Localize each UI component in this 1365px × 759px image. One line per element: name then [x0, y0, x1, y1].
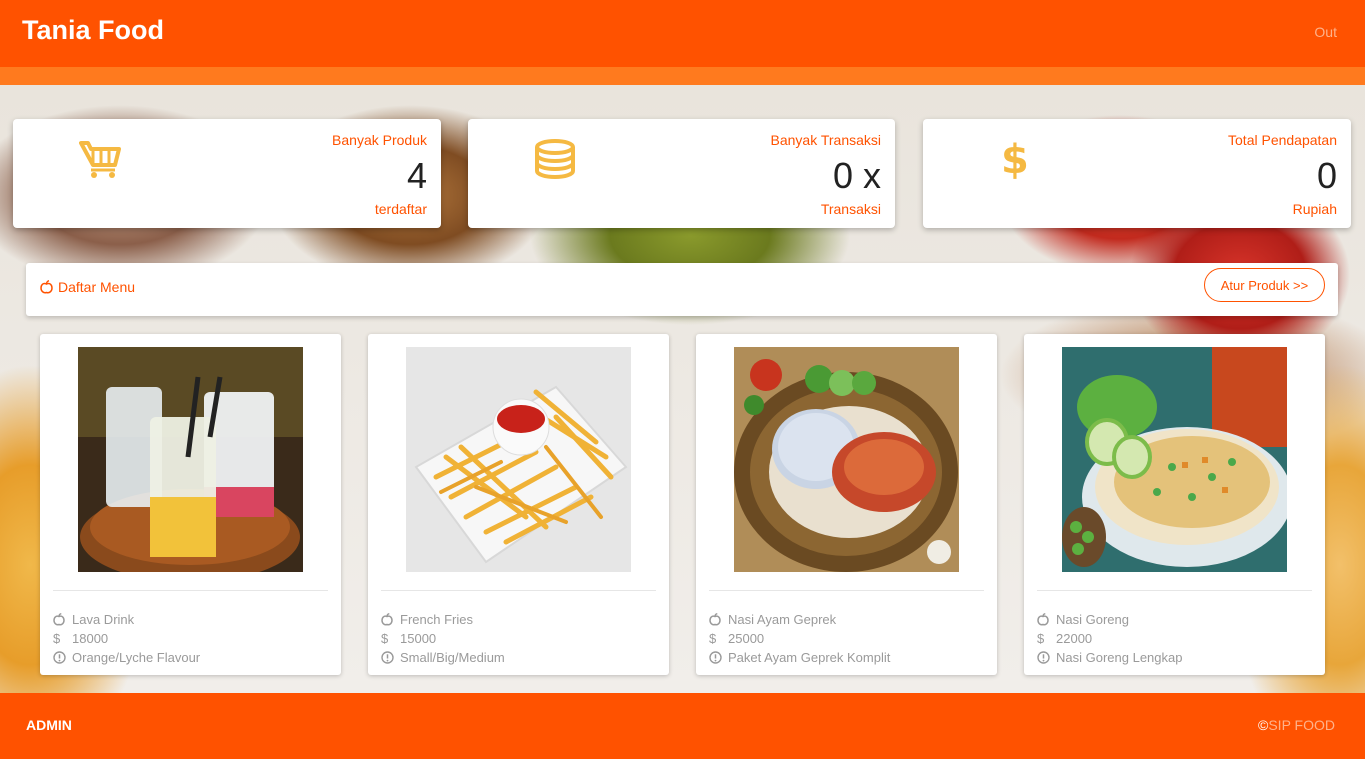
product-price-row: $ 25000	[709, 629, 890, 648]
info-icon	[709, 651, 728, 664]
product-price: 15000	[400, 631, 437, 646]
product-name: Lava Drink	[72, 612, 135, 627]
product-price: 25000	[728, 631, 765, 646]
stat-label: Banyak Transaksi	[770, 132, 882, 148]
product-price-row: $ 15000	[381, 629, 505, 648]
apple-icon	[1037, 613, 1056, 626]
accent-bar	[0, 67, 1365, 85]
dollar-icon: $	[1037, 631, 1045, 646]
product-card[interactable]: French Fries $ 15000 Small/Big/Medium	[368, 334, 669, 675]
stat-label: Total Pendapatan	[1228, 132, 1337, 148]
logout-link[interactable]: Out	[1314, 24, 1337, 40]
stat-card-products: Banyak Produk 4 terdaftar	[13, 119, 441, 228]
dollar-icon: $	[1001, 139, 1029, 179]
product-image-fries	[406, 347, 631, 572]
product-name-row: French Fries	[381, 610, 505, 629]
info-icon	[53, 651, 72, 664]
product-info: French Fries $ 15000 Small/Big/Medium	[381, 610, 505, 667]
product-desc-row: Small/Big/Medium	[381, 648, 505, 667]
stat-value: 0 x	[832, 155, 881, 196]
product-info: Lava Drink $ 18000 Orange/Lyche Flavour	[53, 610, 200, 667]
menu-title: Daftar Menu	[40, 279, 135, 295]
footer-copyright: ©SIP FOOD	[1258, 717, 1335, 733]
manage-products-button[interactable]: Atur Produk >>	[1204, 268, 1325, 302]
product-desc-row: Nasi Goreng Lengkap	[1037, 648, 1182, 667]
product-name: French Fries	[400, 612, 473, 627]
product-name-row: Nasi Ayam Geprek	[709, 610, 890, 629]
product-card[interactable]: Nasi Ayam Geprek $ 25000 Paket Ayam Gepr…	[696, 334, 997, 675]
product-desc: Small/Big/Medium	[400, 650, 505, 665]
dollar-icon: $	[381, 631, 389, 646]
product-price-row: $ 18000	[53, 629, 200, 648]
info-icon	[381, 651, 400, 664]
apple-icon	[709, 613, 728, 626]
dollar-icon: $	[709, 631, 717, 646]
stat-sublabel: terdaftar	[374, 201, 427, 217]
product-image-fried-rice	[1062, 347, 1287, 572]
product-image-drinks	[78, 347, 303, 572]
stat-sublabel: Rupiah	[1292, 201, 1337, 217]
stat-card-revenue: $ Total Pendapatan 0 Rupiah	[923, 119, 1351, 228]
product-name: Nasi Goreng	[1056, 612, 1129, 627]
stat-label: Banyak Produk	[332, 132, 427, 148]
product-name-row: Lava Drink	[53, 610, 200, 629]
product-card[interactable]: Lava Drink $ 18000 Orange/Lyche Flavour	[40, 334, 341, 675]
product-desc: Orange/Lyche Flavour	[72, 650, 201, 665]
product-price-row: $ 22000	[1037, 629, 1182, 648]
card-divider	[709, 590, 984, 591]
footer: ADMIN ©SIP FOOD	[0, 693, 1365, 759]
apple-icon	[40, 280, 53, 294]
menu-title-text: Daftar Menu	[58, 279, 136, 295]
top-navbar: Tania Food Out	[0, 0, 1365, 67]
card-divider	[53, 590, 328, 591]
product-price: 22000	[1056, 631, 1093, 646]
product-name: Nasi Ayam Geprek	[728, 612, 837, 627]
product-info: Nasi Goreng $ 22000 Nasi Goreng Lengkap	[1037, 610, 1182, 667]
product-desc: Nasi Goreng Lengkap	[1056, 650, 1183, 665]
coins-icon	[535, 139, 575, 179]
product-image-chicken-rice	[734, 347, 959, 572]
product-desc-row: Paket Ayam Geprek Komplit	[709, 648, 890, 667]
apple-icon	[53, 613, 72, 626]
menu-header-panel: Daftar Menu Atur Produk >>	[26, 263, 1338, 316]
apple-icon	[381, 613, 400, 626]
info-icon	[1037, 651, 1056, 664]
product-desc-row: Orange/Lyche Flavour	[53, 648, 200, 667]
product-desc: Paket Ayam Geprek Komplit	[728, 650, 891, 665]
card-divider	[381, 590, 656, 591]
product-name-row: Nasi Goreng	[1037, 610, 1182, 629]
footer-brand-link[interactable]: SIP FOOD	[1268, 717, 1335, 733]
card-divider	[1037, 590, 1312, 591]
stat-card-transactions: Banyak Transaksi 0 x Transaksi	[468, 119, 895, 228]
dollar-icon: $	[53, 631, 61, 646]
product-card[interactable]: Nasi Goreng $ 22000 Nasi Goreng Lengkap	[1024, 334, 1325, 675]
stat-value: 0	[1316, 155, 1337, 196]
copyright-symbol: ©	[1258, 717, 1269, 733]
stat-value: 4	[406, 155, 427, 196]
footer-admin-label: ADMIN	[26, 717, 72, 733]
stat-sublabel: Transaksi	[820, 201, 881, 217]
product-price: 18000	[72, 631, 109, 646]
brand-title[interactable]: Tania Food	[22, 15, 164, 46]
cart-icon	[79, 141, 121, 178]
svg-text:$: $	[1001, 139, 1029, 179]
product-info: Nasi Ayam Geprek $ 25000 Paket Ayam Gepr…	[709, 610, 890, 667]
